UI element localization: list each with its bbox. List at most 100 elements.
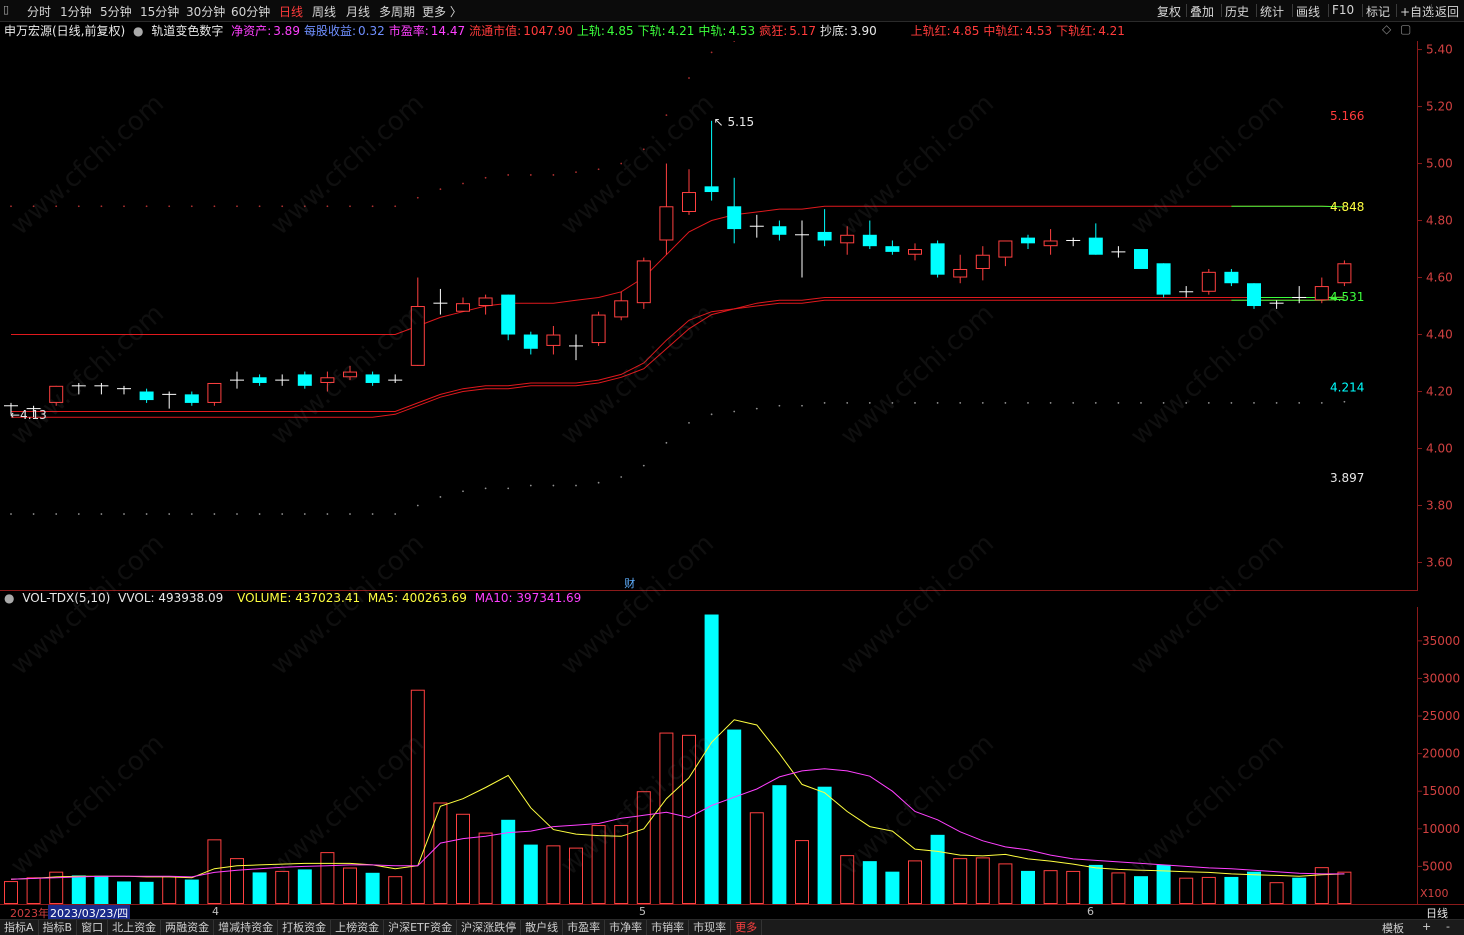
bottom-dot [440,496,442,498]
zoom-out-button[interactable]: - [1446,920,1450,933]
volume-bar-up [976,858,989,904]
bottom-tab-10[interactable]: 散户线 [521,920,563,935]
bottom-tab-8[interactable]: 沪深ETF资金 [384,920,457,935]
zoom-in-button[interactable]: + [1422,920,1431,933]
timeframe-tab-5[interactable]: 60分钟 [231,3,270,20]
info-colon: : [601,24,605,38]
candle [1247,283,1261,309]
toolbar-separator [1221,4,1222,17]
bottom-dot [1163,402,1165,404]
crazy-dot [462,183,464,185]
bottom-dot [733,411,735,413]
crazy-dot [327,205,329,207]
bottom-tab-1[interactable]: 指标B [39,920,78,935]
crazy-dot [485,177,487,179]
toolbar-button-0[interactable]: 复权 [1157,3,1181,20]
volume-bar-down [117,881,131,904]
menu-icon[interactable]: ▯ [3,3,9,16]
volume-chart[interactable] [0,607,1418,904]
crazy-dot [598,168,600,170]
info-label: 抄底 [820,24,844,38]
indicator-name[interactable]: 轨道变色数字 [151,24,223,38]
timeframe-tab-2[interactable]: 5分钟 [100,3,132,20]
expand-icon[interactable]: ◇ [1382,22,1391,36]
timeframe-tab-1[interactable]: 1分钟 [60,3,92,20]
timeframe-tab-10[interactable]: 更多 〉 [422,3,462,20]
candle-body-up [1315,287,1328,300]
candle-body-up [479,298,492,306]
volume-bar-up [750,813,763,904]
band-info-1: 中轨红:4.53 [983,24,1052,38]
bottom-tab-bar: 指标A指标B窗口北上资金两融资金增减持资金打板资金上榜资金沪深ETF资金沪深涨跌… [0,919,1464,935]
info-item-8: 抄底:3.90 [820,24,877,38]
toolbar-separator [1256,4,1257,17]
bottom-tab-14[interactable]: 市现率 [689,920,731,935]
volume-tick-label: 10000 [1422,822,1460,836]
indicator-settings-icon[interactable]: ● [133,24,143,38]
timeframe-tab-3[interactable]: 15分钟 [140,3,179,20]
bottom-tab-13[interactable]: 市销率 [647,920,689,935]
toolbar-button-5[interactable]: F10 [1332,3,1354,17]
volume-settings-icon[interactable]: ● [4,591,14,605]
candle [1134,249,1148,269]
bottom-tab-7[interactable]: 上榜资金 [331,920,384,935]
price-chart[interactable]: ←4.13↖ 5.155.1664.8484.5314.2143.897财 [0,41,1418,591]
bottom-tab-11[interactable]: 市盈率 [563,920,605,935]
toolbar-button-6[interactable]: 标记 [1366,3,1390,20]
bottom-tab-4[interactable]: 两融资金 [161,920,214,935]
toolbar-separator [1362,4,1363,17]
timeframe-tab-6[interactable]: 日线 [279,3,303,20]
bottom-value-label: 3.897 [1330,471,1364,485]
finance-mark: 财 [624,576,635,590]
template-button[interactable]: 模板 [1382,920,1404,935]
bottom-tab-12[interactable]: 市净率 [605,920,647,935]
candle-body-up [208,383,221,402]
bottom-tab-5[interactable]: 增减持资金 [214,920,278,935]
toolbar-separator [1292,4,1293,17]
timeframe-tab-9[interactable]: 多周期 [379,3,415,20]
toolbar-button-2[interactable]: 历史 [1225,3,1249,20]
bottom-dot [191,513,193,515]
timeframe-tab-8[interactable]: 月线 [346,3,370,20]
ma10-value: MA10: 397341.69 [475,591,582,605]
toolbar-button-8[interactable]: 返回 [1435,3,1459,20]
bottom-tab-6[interactable]: 打板资金 [278,920,331,935]
window-icon[interactable]: ▢ [1400,22,1411,36]
bottom-tab-15[interactable]: 更多 [731,920,762,935]
candle [50,386,63,406]
candle-body-down [705,186,719,192]
ma5-value: MA5: 400263.69 [368,591,467,605]
candle-body-down [772,226,786,235]
toolbar-button-1[interactable]: 叠加 [1190,3,1214,20]
info-item-4: 上轨:4.85 [577,24,634,38]
candle-body-down [524,335,538,349]
timeframe-tab-4[interactable]: 30分钟 [186,3,225,20]
crazy-dot [394,205,396,207]
volume-indicator-name[interactable]: VOL-TDX(5,10) [22,591,110,605]
info-label: 上轨 [577,24,601,38]
toolbar-button-3[interactable]: 统计 [1260,3,1284,20]
bottom-tab-2[interactable]: 窗口 [77,920,108,935]
bottom-dot [507,488,509,490]
timeframe-tab-0[interactable]: 分时 [27,3,51,20]
toolbar-separator [1328,4,1329,17]
bottom-tab-9[interactable]: 沪深涨跌停 [457,920,521,935]
toolbar-button-4[interactable]: 画线 [1296,3,1320,20]
crazy-dot [33,205,35,207]
volume-bar-down [885,872,899,904]
bottom-tab-0[interactable]: 指标A [0,920,39,935]
timeframe-tab-7[interactable]: 周线 [312,3,336,20]
volume-bar-up [796,841,809,904]
candle-body-up [954,269,967,277]
candle [1157,263,1171,297]
bottom-dot [78,513,80,515]
volume-bar-up [1112,873,1125,904]
info-item-2: 市盈率:14.47 [389,24,465,38]
volume-value: VOLUME: 437023.41 [237,591,360,605]
bottom-dot [33,513,35,515]
volume-bar-up [1044,871,1057,904]
info-colon: : [662,24,666,38]
toolbar-button-7[interactable]: +自选 [1400,3,1434,20]
bottom-dot [1253,402,1255,404]
bottom-tab-3[interactable]: 北上资金 [108,920,161,935]
